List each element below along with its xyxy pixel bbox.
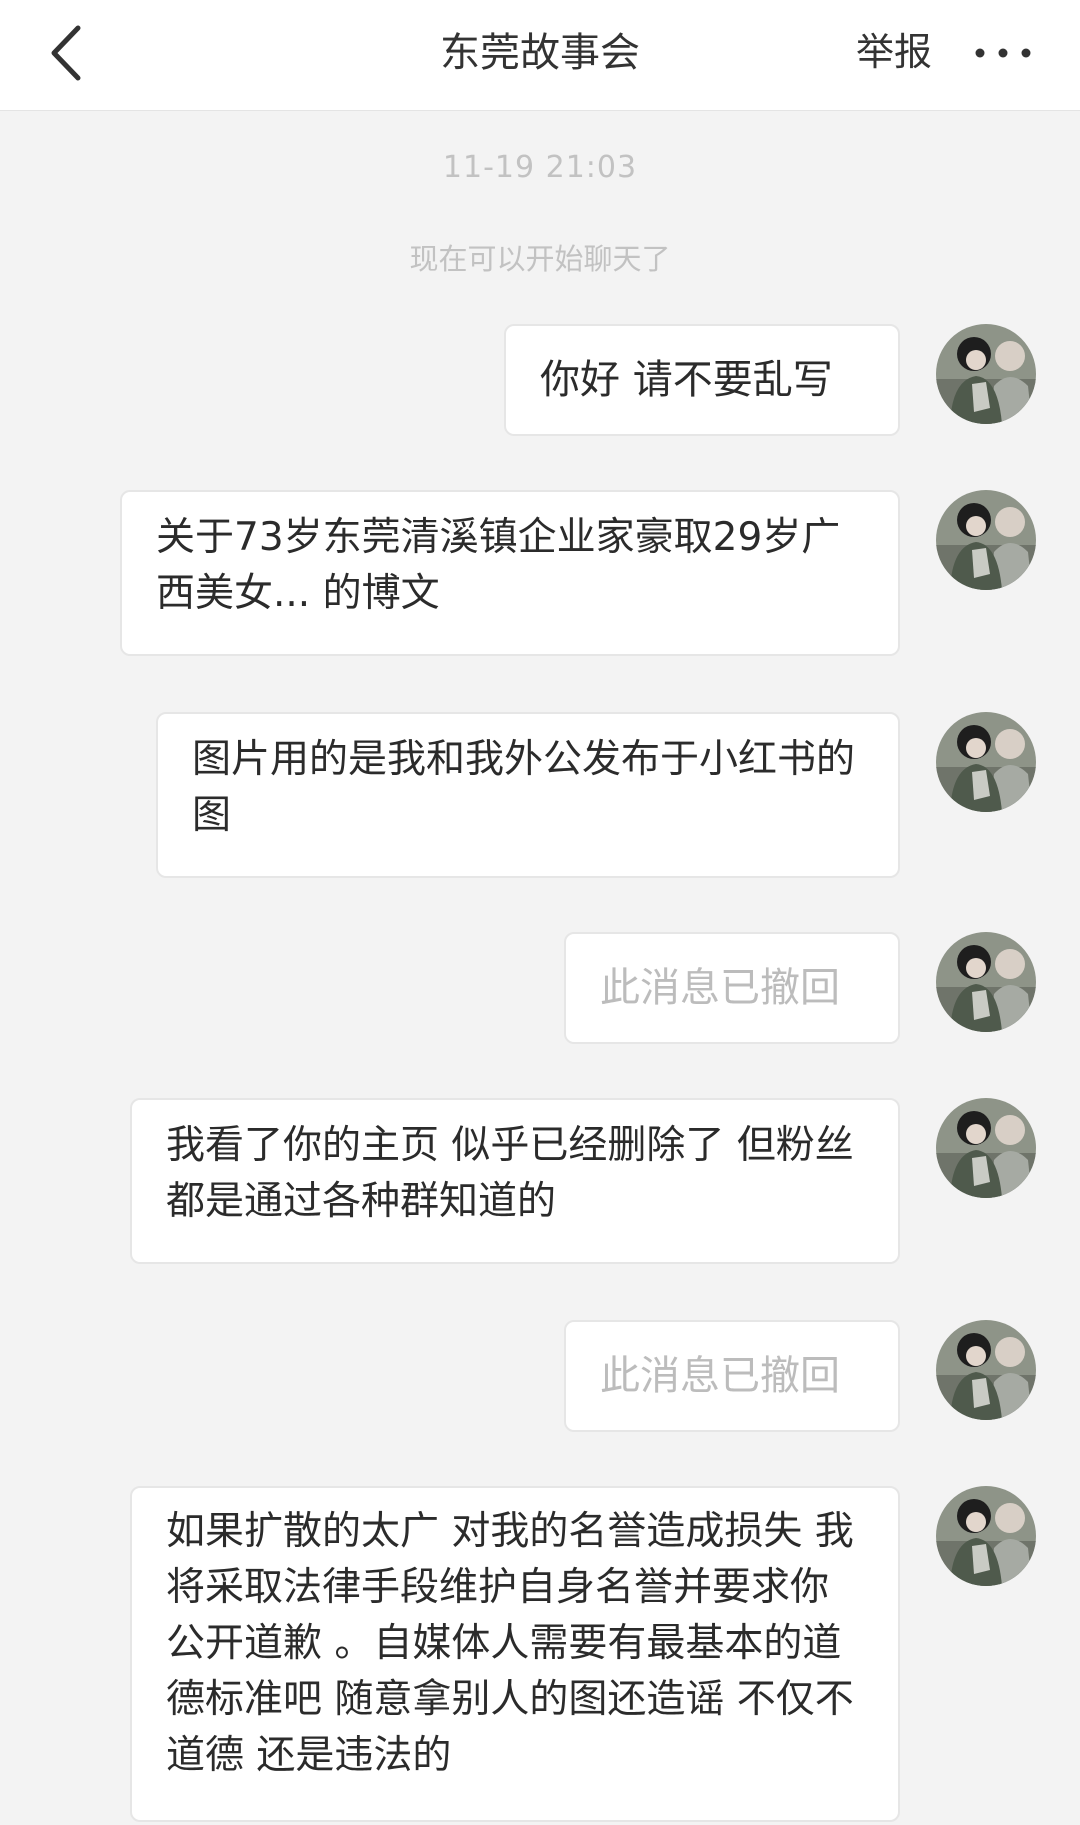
system-note: 现在可以开始聊天了 <box>409 242 671 276</box>
message-bubble[interactable]: 如果扩散的太广 对我的名誉造成损失 我将采取法律手段维护自身名誉并要求你公开道歉… <box>130 1486 900 1822</box>
avatar[interactable] <box>936 1320 1036 1420</box>
avatar[interactable] <box>936 1486 1036 1586</box>
more-button[interactable] <box>968 28 1038 78</box>
message-bubble[interactable]: 关于73岁东莞清溪镇企业家豪取29岁广西美女... 的博文 <box>120 490 900 656</box>
avatar[interactable] <box>936 1098 1036 1198</box>
avatar-image <box>936 1486 1036 1586</box>
avatar[interactable] <box>936 932 1036 1032</box>
avatar-image <box>936 490 1036 590</box>
avatar[interactable] <box>936 324 1036 424</box>
avatar-image <box>936 324 1036 424</box>
message-bubble[interactable]: 我看了你的主页 似乎已经删除了 但粉丝都是通过各种群知道的 <box>130 1098 900 1264</box>
avatar[interactable] <box>936 490 1036 590</box>
more-dots-icon <box>975 48 1031 58</box>
recalled-message: 此消息已撤回 <box>564 1320 900 1432</box>
avatar-image <box>936 932 1036 1032</box>
avatar-image <box>936 1320 1036 1420</box>
recalled-message: 此消息已撤回 <box>564 932 900 1044</box>
report-button[interactable]: 举报 <box>856 0 932 110</box>
avatar[interactable] <box>936 712 1036 812</box>
top-bar: 东莞故事会 举报 <box>0 0 1080 111</box>
avatar-image <box>936 712 1036 812</box>
message-timestamp: 11-19 21:03 <box>442 150 638 185</box>
avatar-image <box>936 1098 1036 1198</box>
message-bubble[interactable]: 图片用的是我和我外公发布于小红书的图 <box>156 712 900 878</box>
message-bubble[interactable]: 你好 请不要乱写 <box>504 324 900 436</box>
